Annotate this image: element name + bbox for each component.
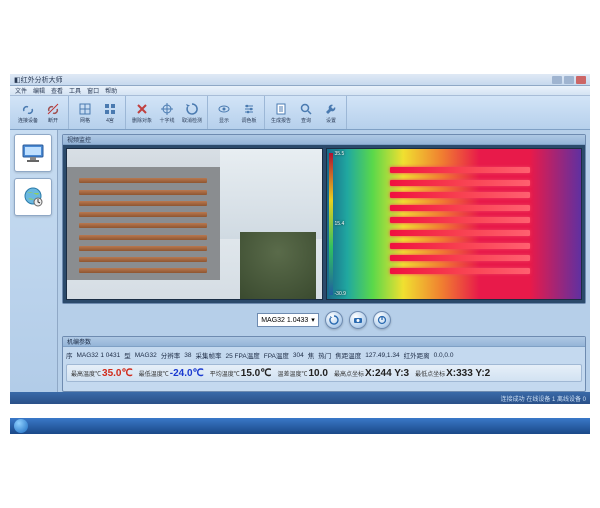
device-info-line: 序MAG32 1 0431 型MAG32 分辨率38 采集帧率25 FPA温度 … <box>66 349 582 361</box>
app-icon: ◧ <box>14 76 21 84</box>
status-text: 连接成功 在线设备 1 离线设备 0 <box>501 394 586 403</box>
toolbar-unlink-button[interactable]: 断开 <box>41 98 65 128</box>
info-panel-title: 机编参数 <box>63 337 585 347</box>
refresh-button[interactable] <box>325 311 343 329</box>
titlebar[interactable]: ◧ 红外分析大师 <box>10 74 590 86</box>
toolbar-wrench-button[interactable]: 设置 <box>319 98 343 128</box>
chevron-down-icon: ▾ <box>311 316 315 324</box>
temp-readout: 最低温度℃-24.0℃ <box>137 366 206 380</box>
app-window: ◧ 红外分析大师 文件 编辑 查看 工具 窗口 帮助 连接设备断开网格4宫删除对… <box>10 74 590 404</box>
toolbar-doc-button[interactable]: 生成报告 <box>269 98 293 128</box>
toolbar-eye-button[interactable]: 显示 <box>212 98 236 128</box>
toolbar-target-button[interactable]: 十字线 <box>155 98 179 128</box>
workspace: 视频监控 <box>10 130 590 392</box>
close-button[interactable] <box>576 76 586 84</box>
info-panel: 机编参数 序MAG32 1 0431 型MAG32 分辨率38 采集帧率25 F… <box>62 336 586 392</box>
menu-item[interactable]: 帮助 <box>105 86 117 95</box>
menu-item[interactable]: 编辑 <box>33 86 45 95</box>
start-button[interactable] <box>14 419 28 433</box>
temp-readout: 温差温度℃10.0 <box>275 366 329 380</box>
doc-icon <box>274 102 288 116</box>
temp-readout: 最高温度℃35.0℃ <box>69 366 135 380</box>
visible-video[interactable] <box>66 148 323 300</box>
control-row: MAG32 1.0433 ▾ <box>62 308 586 332</box>
sliders-icon <box>242 102 256 116</box>
menubar: 文件 编辑 查看 工具 窗口 帮助 <box>10 86 590 96</box>
video-panel-title: 视频监控 <box>63 135 585 145</box>
video-panel: 视频监控 <box>62 134 586 304</box>
location-tile[interactable] <box>14 178 52 216</box>
menu-item[interactable]: 窗口 <box>87 86 99 95</box>
temp-readout: 最低点坐标X:333 Y:2 <box>413 366 492 380</box>
refresh-icon <box>329 315 339 325</box>
menu-item[interactable]: 查看 <box>51 86 63 95</box>
temp-readout: 平均温度℃15.0℃ <box>208 366 274 380</box>
power-button[interactable] <box>373 311 391 329</box>
refresh-icon <box>185 102 199 116</box>
scale-min: -30.9 <box>335 291 346 297</box>
temperature-readout: 最高温度℃35.0℃最低温度℃-24.0℃平均温度℃15.0℃温差温度℃10.0… <box>66 364 582 382</box>
toolbar-x-button[interactable]: 删除对象 <box>130 98 154 128</box>
menu-item[interactable]: 工具 <box>69 86 81 95</box>
link-icon <box>21 102 35 116</box>
search-icon <box>299 102 313 116</box>
menu-item[interactable]: 文件 <box>15 86 27 95</box>
grid-icon <box>78 102 92 116</box>
x-icon <box>135 102 149 116</box>
toolbar-grid-button[interactable]: 网格 <box>73 98 97 128</box>
toolbar-grid4-button[interactable]: 4宫 <box>98 98 122 128</box>
target-icon <box>160 102 174 116</box>
os-taskbar[interactable] <box>10 418 590 434</box>
snapshot-button[interactable] <box>349 311 367 329</box>
grid4-icon <box>103 102 117 116</box>
device-tile[interactable] <box>14 134 52 172</box>
globe-icon <box>21 185 45 209</box>
statusbar: 连接成功 在线设备 1 离线设备 0 <box>10 392 590 404</box>
power-icon <box>377 315 387 325</box>
combo-value: MAG32 1.0433 <box>261 317 308 324</box>
toolbar-link-button[interactable]: 连接设备 <box>16 98 40 128</box>
temp-readout: 最高点坐标X:244 Y:3 <box>332 366 411 380</box>
monitor-icon <box>21 143 45 163</box>
toolbar: 连接设备断开网格4宫删除对象十字线取消检测显示调色板生成报告查询设置 <box>10 96 590 130</box>
toolbar-sliders-button[interactable]: 调色板 <box>237 98 261 128</box>
main-area: 视频监控 <box>58 130 590 392</box>
maximize-button[interactable] <box>564 76 574 84</box>
minimize-button[interactable] <box>552 76 562 84</box>
device-combo[interactable]: MAG32 1.0433 ▾ <box>257 313 319 327</box>
video-body: 35.5 15.4 -30.9 <box>63 145 585 303</box>
eye-icon <box>217 102 231 116</box>
thermal-video[interactable]: 35.5 15.4 -30.9 <box>326 148 583 300</box>
scale-max: 35.5 <box>335 151 345 157</box>
thermal-scale <box>329 153 333 295</box>
sidebar <box>10 130 58 392</box>
window-title: 红外分析大师 <box>21 75 63 85</box>
toolbar-search-button[interactable]: 查询 <box>294 98 318 128</box>
unlink-icon <box>46 102 60 116</box>
toolbar-refresh-button[interactable]: 取消检测 <box>180 98 204 128</box>
wrench-icon <box>324 102 338 116</box>
scale-mid: 15.4 <box>335 221 345 227</box>
camera-icon <box>353 315 363 325</box>
